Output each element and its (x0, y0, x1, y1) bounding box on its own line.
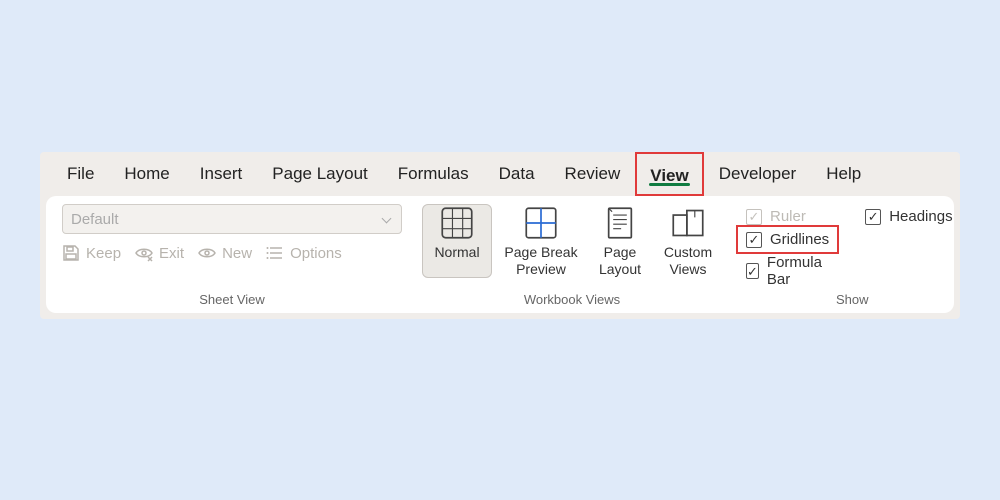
eye-plus-icon (198, 244, 216, 262)
view-page-break-label-1: Page Break (504, 244, 577, 261)
group-show: ✓ Ruler ✓ Gridlines ✓ Formula Bar (736, 204, 969, 309)
tab-review[interactable]: Review (550, 152, 636, 196)
sheet-view-options-button[interactable]: Options (266, 244, 342, 262)
group-workbook-views: Normal Page Break Preview Page (416, 204, 728, 309)
checkbox-formula-bar-label: Formula Bar (767, 254, 829, 288)
group-sheet-view: Default Keep (56, 204, 408, 309)
view-page-layout-button[interactable]: Page Layout (590, 204, 650, 278)
tab-insert[interactable]: Insert (185, 152, 258, 196)
tab-formulas[interactable]: Formulas (383, 152, 484, 196)
ribbon-tabs: File Home Insert Page Layout Formulas Da… (40, 152, 960, 196)
sheet-view-new-button[interactable]: New (198, 244, 252, 262)
sheet-view-exit-label: Exit (159, 245, 184, 262)
checkbox-ruler: ✓ Ruler (746, 208, 829, 225)
view-page-layout-label-1: Page (604, 244, 637, 261)
list-icon (266, 244, 284, 262)
sheet-view-exit-button[interactable]: Exit (135, 244, 184, 262)
checkbox-gridlines-label: Gridlines (770, 231, 829, 248)
sheet-view-keep-label: Keep (86, 245, 121, 262)
highlight-gridlines: ✓ Gridlines (736, 225, 839, 254)
sheet-view-keep-button[interactable]: Keep (62, 244, 121, 262)
tab-help[interactable]: Help (811, 152, 876, 196)
view-custom-label-1: Custom (664, 244, 712, 261)
view-page-break-button[interactable]: Page Break Preview (496, 204, 586, 278)
sheet-view-new-label: New (222, 245, 252, 262)
chevron-down-icon (381, 213, 393, 225)
ribbon-body: Default Keep (46, 196, 954, 313)
ribbon: File Home Insert Page Layout Formulas Da… (40, 152, 960, 319)
group-show-label: Show (742, 288, 963, 309)
view-normal-label: Normal (434, 244, 479, 261)
tab-home[interactable]: Home (109, 152, 184, 196)
view-normal-button[interactable]: Normal (422, 204, 492, 278)
save-disk-icon (62, 244, 80, 262)
eye-x-icon (135, 244, 153, 262)
grid-icon (440, 206, 474, 240)
sheet-view-selector[interactable]: Default (62, 204, 402, 234)
page-break-icon (524, 206, 558, 240)
view-page-layout-label-2: Layout (599, 261, 641, 278)
checkbox-icon: ✓ (865, 209, 881, 225)
sheet-view-selector-value: Default (71, 211, 119, 228)
sheet-view-options-label: Options (290, 245, 342, 262)
view-custom-button[interactable]: Custom Views (654, 204, 722, 278)
group-sheet-view-label: Sheet View (62, 288, 402, 309)
checkbox-icon: ✓ (746, 232, 762, 248)
checkbox-gridlines[interactable]: ✓ Gridlines (746, 231, 829, 248)
view-custom-label-2: Views (669, 261, 706, 278)
checkbox-icon: ✓ (746, 263, 759, 279)
tab-page-layout[interactable]: Page Layout (257, 152, 382, 196)
page-layout-icon (603, 206, 637, 240)
view-page-break-label-2: Preview (516, 261, 566, 278)
tab-file[interactable]: File (52, 152, 109, 196)
checkbox-headings-label: Headings (889, 208, 952, 225)
tab-developer[interactable]: Developer (704, 152, 812, 196)
checkbox-ruler-label: Ruler (770, 208, 806, 225)
group-workbook-views-label: Workbook Views (422, 288, 722, 309)
checkbox-formula-bar[interactable]: ✓ Formula Bar (746, 254, 829, 288)
checkbox-icon: ✓ (746, 209, 762, 225)
custom-views-icon (671, 206, 705, 240)
tab-data[interactable]: Data (484, 152, 550, 196)
checkbox-headings[interactable]: ✓ Headings (865, 208, 952, 225)
tab-view[interactable]: View (635, 152, 703, 196)
